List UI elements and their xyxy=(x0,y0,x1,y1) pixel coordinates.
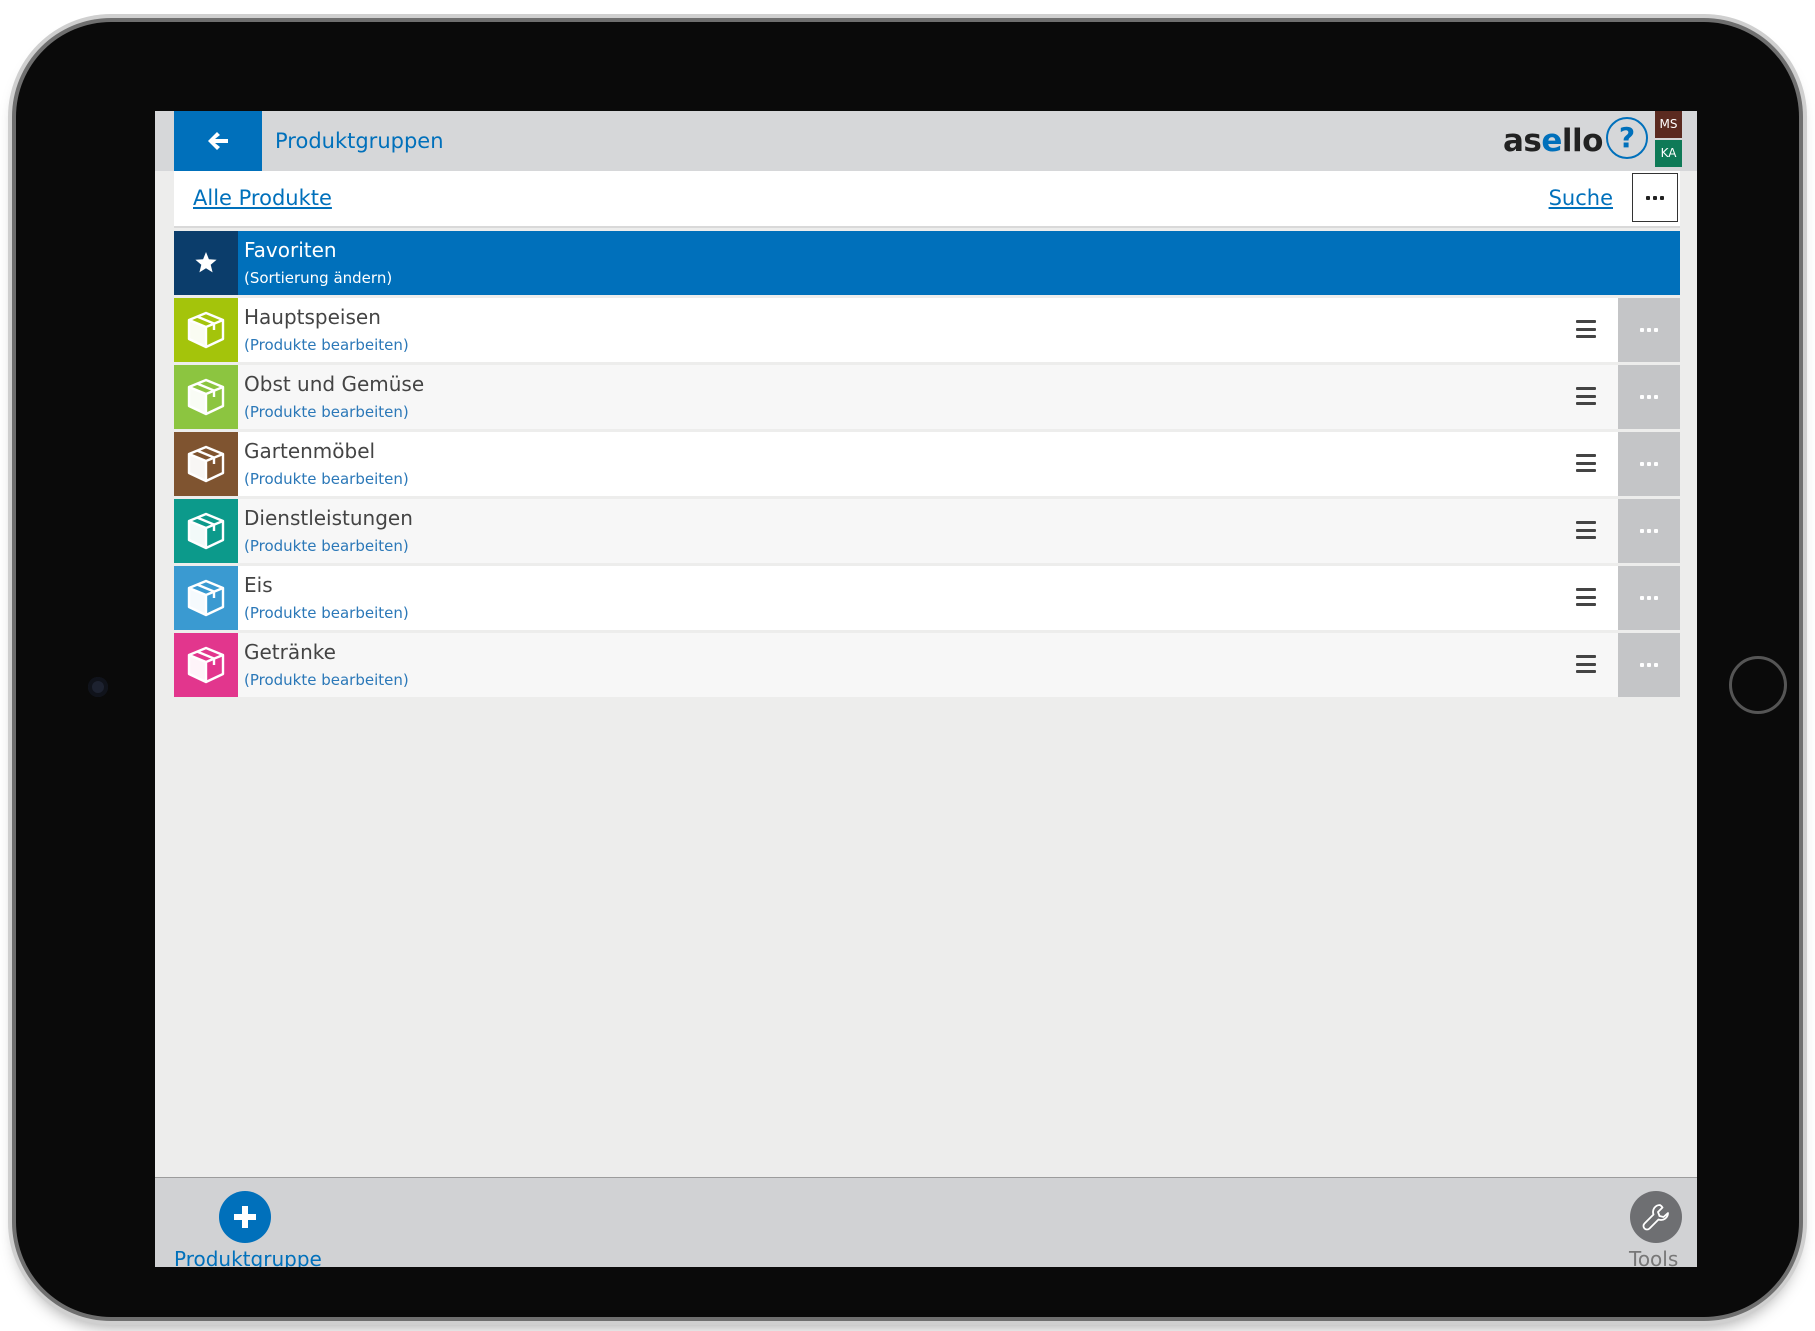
group-name: Dienstleistungen xyxy=(244,506,413,530)
drag-handle-icon[interactable] xyxy=(1576,655,1596,673)
group-name: Getränke xyxy=(244,640,336,664)
drag-handle-icon[interactable] xyxy=(1576,588,1596,606)
group-icon-square xyxy=(174,298,238,362)
group-icon-square xyxy=(174,633,238,697)
edit-products-link[interactable]: (Produkte bearbeiten) xyxy=(244,671,409,689)
top-bar: Produktgruppen asello ? MS KA xyxy=(155,111,1697,171)
group-name: Gartenmöbel xyxy=(244,439,376,463)
row-more-button[interactable] xyxy=(1618,432,1680,496)
edit-products-link[interactable]: (Produkte bearbeiten) xyxy=(244,336,409,354)
row-more-button[interactable] xyxy=(1618,298,1680,362)
drag-handle-icon[interactable] xyxy=(1576,320,1596,338)
tools-button[interactable] xyxy=(1630,1191,1682,1243)
row-more-button[interactable] xyxy=(1618,566,1680,630)
edit-products-link[interactable]: (Produkte bearbeiten) xyxy=(244,403,409,421)
drag-handle-icon[interactable] xyxy=(1576,521,1596,539)
product-group-list: Favoriten (Sortierung ändern) Hauptspeis… xyxy=(174,231,1680,700)
group-name: Eis xyxy=(244,573,273,597)
drag-handle-icon[interactable] xyxy=(1576,387,1596,405)
package-box-icon xyxy=(187,445,225,483)
product-group-row[interactable]: Eis (Produkte bearbeiten) xyxy=(174,566,1680,630)
page-title: Produktgruppen xyxy=(275,129,444,153)
product-group-row[interactable]: Obst und Gemüse (Produkte bearbeiten) xyxy=(174,365,1680,429)
tools-label[interactable]: Tools xyxy=(1629,1247,1678,1267)
favorites-row[interactable]: Favoriten (Sortierung ändern) xyxy=(174,231,1680,295)
plus-icon xyxy=(234,1206,256,1228)
wrench-icon xyxy=(1642,1204,1669,1231)
row-title: Favoriten xyxy=(244,238,337,262)
arrow-left-icon xyxy=(208,132,228,150)
help-button[interactable]: ? xyxy=(1606,117,1648,159)
edit-products-link[interactable]: (Produkte bearbeiten) xyxy=(244,470,409,488)
package-box-icon xyxy=(187,311,225,349)
camera-icon xyxy=(88,677,108,697)
product-group-row[interactable]: Gartenmöbel (Produkte bearbeiten) xyxy=(174,432,1680,496)
user-badge-ms[interactable]: MS xyxy=(1655,111,1682,138)
home-button[interactable] xyxy=(1729,656,1787,714)
product-group-row[interactable]: Hauptspeisen (Produkte bearbeiten) xyxy=(174,298,1680,362)
asello-logo: asello xyxy=(1503,123,1603,159)
package-box-icon xyxy=(187,646,225,684)
search-link[interactable]: Suche xyxy=(1549,171,1613,226)
group-icon-square xyxy=(174,566,238,630)
add-product-group-button[interactable] xyxy=(219,1191,271,1243)
star-icon xyxy=(195,252,217,273)
edit-products-link[interactable]: (Produkte bearbeiten) xyxy=(244,537,409,555)
group-icon-square xyxy=(174,365,238,429)
bottom-bar: Produktgruppe Tools xyxy=(155,1177,1697,1267)
more-options-button[interactable] xyxy=(1632,173,1678,222)
group-icon-square xyxy=(174,432,238,496)
row-more-button[interactable] xyxy=(1618,633,1680,697)
product-group-row[interactable]: Dienstleistungen (Produkte bearbeiten) xyxy=(174,499,1680,563)
row-more-button[interactable] xyxy=(1618,365,1680,429)
group-icon-square xyxy=(174,499,238,563)
tablet-frame: Produktgruppen asello ? MS KA Alle Produ… xyxy=(16,22,1799,1317)
drag-handle-icon[interactable] xyxy=(1576,454,1596,472)
package-box-icon xyxy=(187,512,225,550)
group-name: Hauptspeisen xyxy=(244,305,381,329)
back-button[interactable] xyxy=(174,111,262,171)
package-box-icon xyxy=(187,378,225,416)
user-badge-ka[interactable]: KA xyxy=(1655,140,1682,167)
product-group-row[interactable]: Getränke (Produkte bearbeiten) xyxy=(174,633,1680,697)
sort-link[interactable]: (Sortierung ändern) xyxy=(244,269,392,287)
package-box-icon xyxy=(187,579,225,617)
row-more-button[interactable] xyxy=(1618,499,1680,563)
all-products-link[interactable]: Alle Produkte xyxy=(193,171,332,226)
group-name: Obst und Gemüse xyxy=(244,372,425,396)
favorites-icon-square xyxy=(174,231,238,295)
app-screen: Produktgruppen asello ? MS KA Alle Produ… xyxy=(155,111,1697,1267)
sub-toolbar: Alle Produkte Suche xyxy=(174,171,1680,228)
add-product-group-label[interactable]: Produktgruppe xyxy=(174,1247,322,1267)
edit-products-link[interactable]: (Produkte bearbeiten) xyxy=(244,604,409,622)
